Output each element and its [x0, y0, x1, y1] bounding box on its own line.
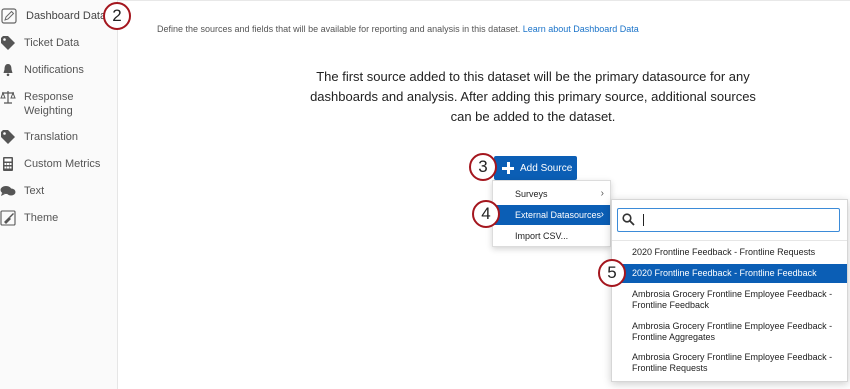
plus-icon: [502, 162, 514, 174]
menu-item-label: Import CSV...: [515, 231, 569, 241]
menu-item-surveys[interactable]: Surveys ›: [493, 184, 610, 204]
step-callout: 4: [472, 200, 500, 228]
sidebar-item-label: Ticket Data: [24, 37, 80, 49]
datasource-option-selected[interactable]: 2020 Frontline Feedback - Frontline Feed…: [612, 264, 847, 283]
pencil-icon: [1, 8, 17, 24]
sidebar-item-notifications[interactable]: Notifications: [0, 62, 118, 78]
sidebar-item-label: Dashboard Data: [26, 10, 107, 22]
sidebar-item-translation[interactable]: Translation: [0, 129, 118, 145]
datasource-option[interactable]: 2020 Frontline Feedback - Frontline Requ…: [612, 245, 847, 260]
sidebar-item-label: Notifications: [24, 64, 84, 76]
header-divider: [118, 0, 850, 1]
calculator-icon: [0, 156, 16, 172]
menu-item-label: External Datasources: [515, 210, 602, 220]
sidebar-item-ticket-data[interactable]: Ticket Data: [0, 35, 118, 51]
add-source-label: Add Source: [520, 162, 573, 174]
datasource-option[interactable]: Ambrosia Grocery Frontline Employee Feed…: [612, 289, 847, 313]
menu-item-label: Surveys: [515, 189, 548, 199]
chevron-right-icon: ›: [600, 209, 604, 220]
sidebar-item-response-weighting[interactable]: Response Weighting: [0, 89, 118, 119]
sidebar-item-label: Theme: [24, 212, 59, 224]
text-cursor: [643, 214, 644, 226]
menu-item-external-datasources[interactable]: External Datasources ›: [493, 205, 610, 225]
add-source-button[interactable]: Add Source: [494, 156, 577, 180]
paint-brush-icon: [0, 210, 16, 226]
bell-icon: [0, 62, 16, 78]
settings-sidebar: Dashboard Data Ticket Data Notifications…: [0, 0, 118, 389]
learn-more-link[interactable]: Learn about Dashboard Data: [523, 24, 639, 34]
sidebar-item-label: Custom Metrics: [24, 158, 101, 170]
step-callout: 5: [598, 259, 626, 287]
search-divider: [612, 240, 847, 241]
step-callout: 3: [469, 153, 497, 181]
dataset-description: Define the sources and fields that will …: [157, 24, 639, 35]
chevron-right-icon: ›: [600, 188, 604, 199]
primary-source-intro: The first source added to this dataset w…: [310, 69, 756, 124]
sidebar-item-theme[interactable]: Theme: [0, 210, 118, 226]
datasource-search-input[interactable]: [640, 212, 830, 227]
search-icon: [622, 213, 635, 226]
description-text: Define the sources and fields that will …: [157, 24, 521, 34]
scale-icon: [0, 89, 16, 105]
sidebar-item-label: Text: [24, 185, 45, 197]
step-callout: 2: [103, 2, 131, 30]
sidebar-item-text[interactable]: Text: [0, 183, 118, 199]
tag-icon: [0, 35, 16, 51]
datasource-option[interactable]: Ambrosia Grocery Frontline Employee Feed…: [612, 321, 847, 345]
sidebar-item-label: Response Weighting: [24, 91, 74, 117]
external-datasources-submenu: 2020 Frontline Feedback - Frontline Requ…: [611, 199, 848, 382]
sidebar-item-dashboard-data[interactable]: Dashboard Data: [0, 8, 118, 24]
sidebar-item-label: Translation: [24, 131, 79, 143]
menu-item-import-csv[interactable]: Import CSV...: [493, 226, 610, 246]
chat-bubbles-icon: [0, 183, 16, 199]
sidebar-item-custom-metrics[interactable]: Custom Metrics: [0, 156, 118, 172]
tag-icon: [0, 129, 16, 145]
add-source-menu: Surveys › External Datasources › Import …: [492, 180, 611, 247]
datasource-option[interactable]: Ambrosia Grocery Frontline Employee Feed…: [612, 352, 847, 376]
datasource-search-box[interactable]: [617, 208, 840, 232]
